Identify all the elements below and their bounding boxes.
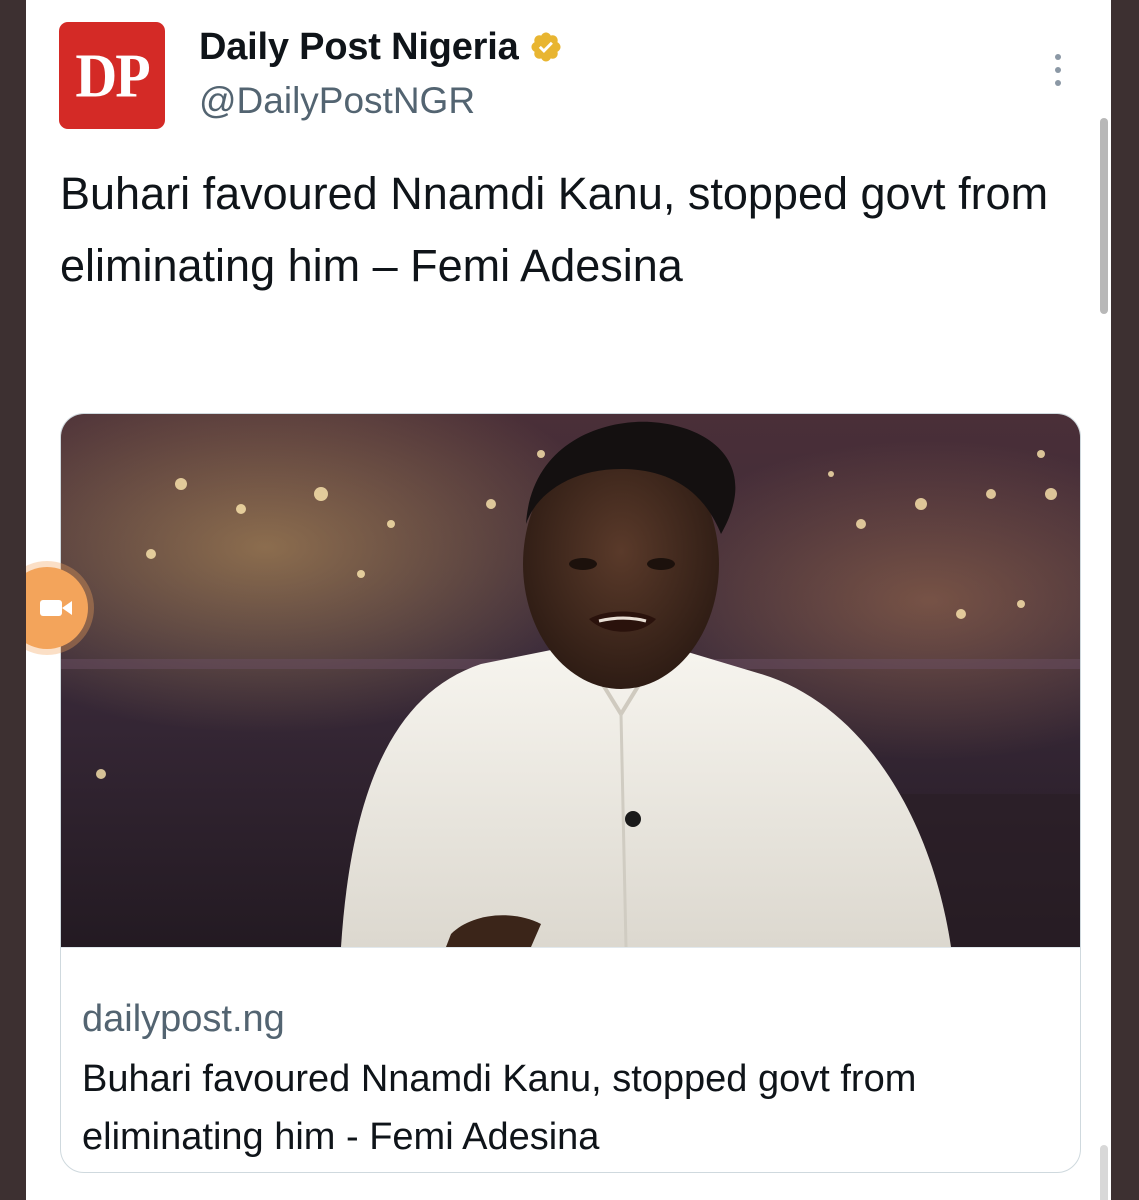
author-name-row: Daily Post Nigeria: [199, 24, 563, 70]
article-image[interactable]: [61, 414, 1081, 947]
link-preview-meta[interactable]: dailypost.ng Buhari favoured Nnamdi Kanu…: [61, 947, 1080, 1172]
scrollbar-thumb[interactable]: [1100, 118, 1108, 314]
verified-badge-icon: [530, 32, 561, 62]
scrollbar-track-end: [1100, 1145, 1108, 1200]
avatar[interactable]: DP: [59, 22, 165, 129]
author-display-name[interactable]: Daily Post Nigeria: [199, 26, 519, 69]
more-options-icon[interactable]: [1046, 50, 1070, 90]
tweet-text: Buhari favoured Nnamdi Kanu, stopped gov…: [60, 168, 1049, 291]
left-frame: [0, 0, 26, 1200]
link-preview-card[interactable]: dailypost.ng Buhari favoured Nnamdi Kanu…: [60, 413, 1081, 1173]
tweet-card[interactable]: DP Daily Post Nigeria @DailyPostNGR Buha…: [26, 0, 1111, 1200]
link-domain: dailypost.ng: [82, 998, 285, 1040]
right-frame: [1111, 0, 1139, 1200]
link-title: Buhari favoured Nnamdi Kanu, stopped gov…: [82, 1058, 917, 1158]
avatar-logo-text: DP: [75, 40, 150, 111]
author-handle[interactable]: @DailyPostNGR: [199, 80, 475, 122]
